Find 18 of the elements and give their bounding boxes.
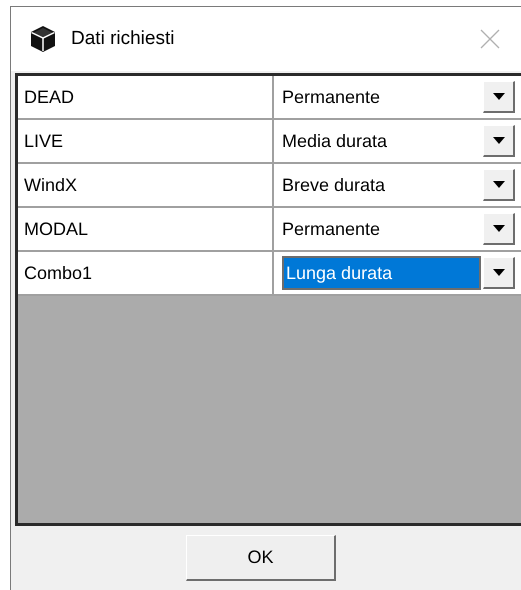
dropdown-button[interactable] (483, 81, 515, 113)
dropdown-button[interactable] (483, 125, 515, 157)
caret-icon (492, 137, 504, 144)
caret-icon (492, 269, 504, 276)
dropdown-button[interactable] (483, 169, 515, 201)
ok-button[interactable]: OK (186, 535, 336, 581)
caret-icon (492, 225, 504, 232)
row-label: MODAL (18, 208, 274, 250)
caret-icon (492, 181, 504, 188)
row-label: DEAD (18, 76, 274, 118)
row-label: LIVE (18, 120, 274, 162)
dropdown-button[interactable] (483, 257, 515, 289)
dropdown-value[interactable]: Lunga durata (282, 256, 481, 290)
window-title: Dati richiesti (71, 26, 174, 51)
caret-icon (492, 93, 504, 100)
row-label: Combo1 (18, 252, 274, 294)
dropdown-button[interactable] (483, 213, 515, 245)
row-label: WindX (18, 164, 274, 206)
